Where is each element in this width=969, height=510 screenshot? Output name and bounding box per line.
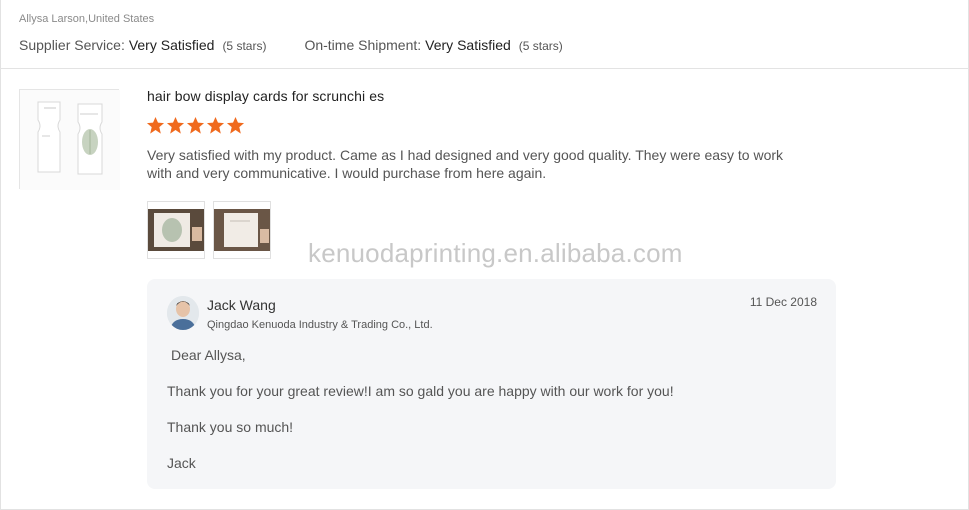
- shipment-label: On-time Shipment:: [304, 37, 422, 53]
- product-card-image: [20, 90, 120, 190]
- star-rating: [146, 116, 245, 135]
- avatar: [167, 296, 199, 330]
- star-icon: [226, 116, 245, 134]
- supplier-service-stars: (5 stars): [222, 39, 267, 53]
- supplier-service-value: Very Satisfied: [128, 37, 215, 53]
- review-photo[interactable]: [147, 201, 205, 259]
- watermark: kenuodaprinting.en.alibaba.com: [308, 238, 683, 268]
- replier-name: Jack Wang: [207, 297, 276, 313]
- person-avatar-icon: [167, 296, 199, 330]
- review-photos: [147, 201, 271, 259]
- star-icon: [146, 116, 165, 134]
- rating-summary: Supplier Service: Very Satisfied (5 stars)…: [19, 37, 563, 53]
- supplier-service-label: Supplier Service:: [19, 37, 125, 53]
- review-header: Allysa Larson,United States Supplier Ser…: [0, 0, 969, 69]
- reply-date: 11 Dec 2018: [749, 295, 817, 309]
- star-icon: [166, 116, 185, 134]
- star-icon: [186, 116, 205, 134]
- reply-line: Thank you so much!: [167, 419, 294, 435]
- replier-company[interactable]: Qingdao Kenuoda Industry & Trading Co., …: [207, 319, 433, 331]
- review-photo[interactable]: [213, 201, 271, 259]
- product-thumbnail[interactable]: [19, 89, 120, 190]
- shipment-value: Very Satisfied: [425, 37, 511, 53]
- photo-image: [214, 209, 270, 251]
- star-icon: [206, 116, 225, 134]
- reply-line: Jack: [167, 455, 196, 471]
- review-text: Very satisfied with my product. Came as …: [147, 147, 784, 181]
- shipment-stars: (5 stars): [518, 39, 563, 53]
- reply-line: Thank you for your great review!I am so …: [167, 383, 674, 399]
- supplier-reply: Jack Wang Qingdao Kenuoda Industry & Tra…: [147, 279, 836, 489]
- product-title[interactable]: hair bow display cards for scrunchi es: [147, 88, 384, 104]
- photo-image: [148, 209, 204, 251]
- reply-line: Dear Allysa,: [171, 347, 246, 363]
- reviewer-info: Allysa Larson,United States: [19, 13, 155, 25]
